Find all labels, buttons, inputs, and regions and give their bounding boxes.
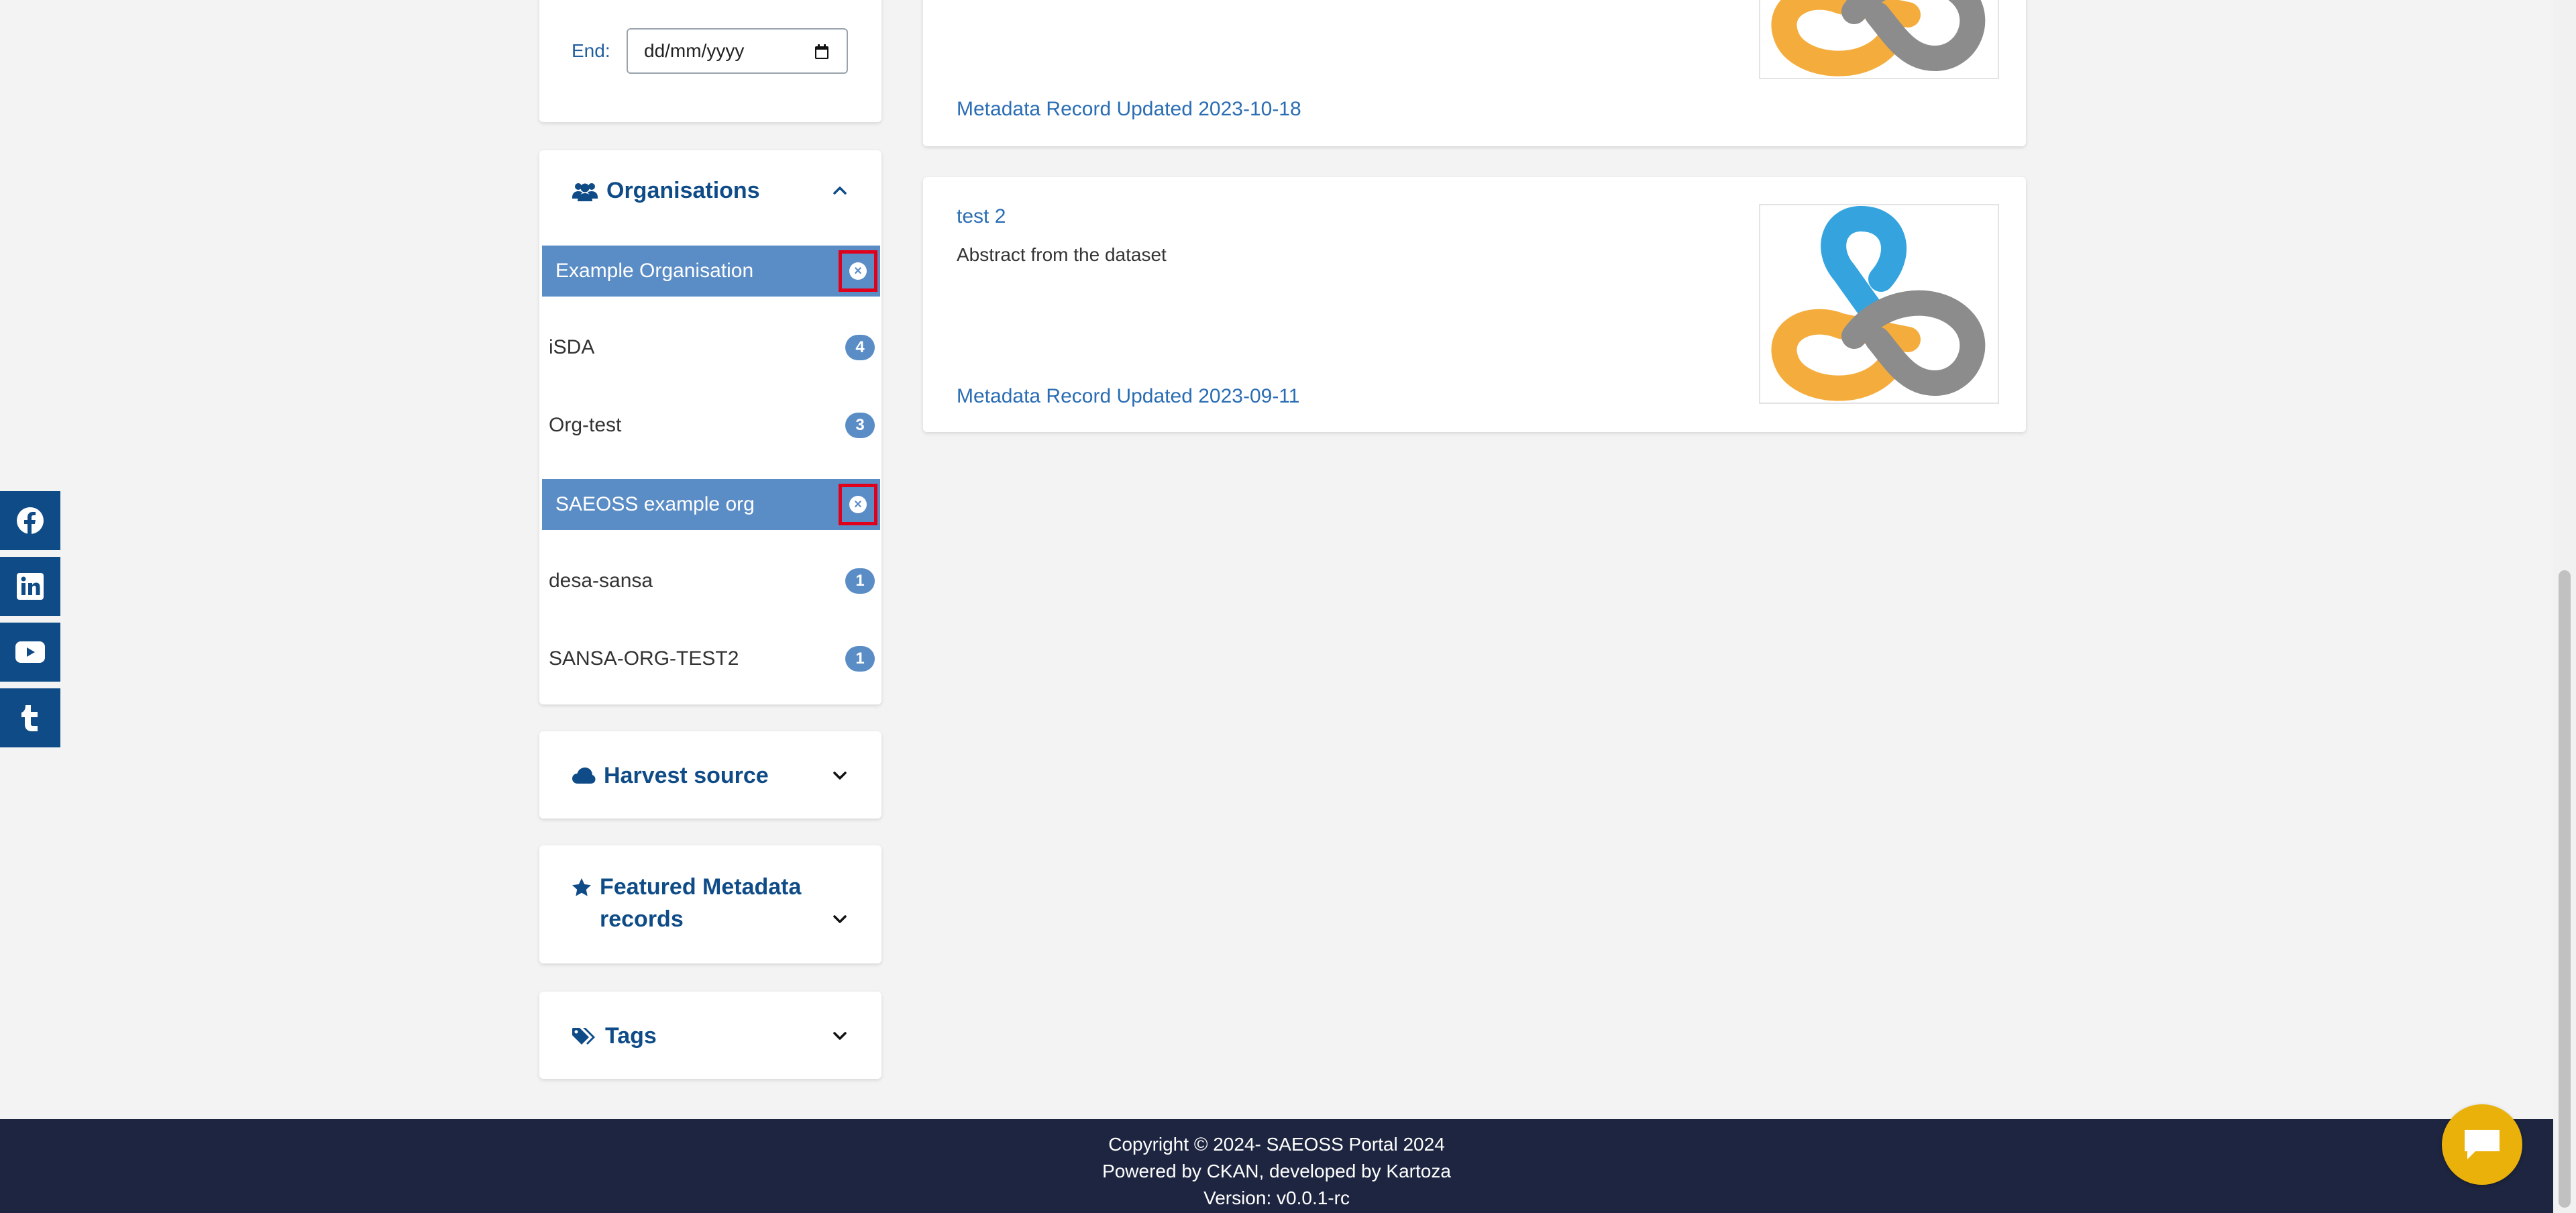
date-filter-card: End: dd/mm/yyyy: [539, 0, 881, 122]
org-item-sansa-org-test2[interactable]: SANSA-ORG-TEST2 1: [542, 633, 880, 684]
facebook-icon: [17, 507, 44, 534]
count-badge: 1: [845, 568, 875, 594]
chevron-down-icon[interactable]: [830, 766, 849, 785]
facebook-button[interactable]: [0, 491, 60, 550]
organisations-header[interactable]: Organisations: [572, 174, 849, 207]
dataset-abstract: Abstract from the dataset: [957, 244, 1167, 265]
page-scrollbar[interactable]: [2553, 0, 2576, 1213]
dataset-result-card: test 2 Abstract from the dataset Metadat…: [923, 177, 2026, 432]
org-item-desa-sansa[interactable]: desa-sansa 1: [542, 556, 880, 606]
footer-copyright: Copyright © 2024- SAEOSS Portal 2024: [1108, 1134, 1445, 1155]
end-date-input[interactable]: dd/mm/yyyy: [627, 28, 848, 74]
org-item-label: iSDA: [549, 336, 595, 358]
calendar-icon[interactable]: [814, 43, 829, 59]
chevron-down-icon[interactable]: [830, 910, 849, 929]
remove-filter-button[interactable]: ×: [839, 250, 877, 292]
chat-icon: [2465, 1130, 2500, 1159]
organisations-facet: Organisations Example Organisation × iSD…: [539, 150, 881, 704]
tumblr-icon: [21, 705, 38, 731]
chevron-up-icon[interactable]: [830, 181, 849, 200]
tumblr-button[interactable]: [0, 688, 60, 747]
harvest-source-title: Harvest source: [604, 763, 769, 788]
tags-icon: [572, 1028, 595, 1045]
tags-facet: Tags: [539, 992, 881, 1079]
org-item-example-organisation[interactable]: Example Organisation ×: [542, 246, 880, 297]
harvest-source-header[interactable]: Harvest source: [572, 759, 849, 792]
ckan-logo-icon: [1771, 206, 1986, 401]
org-item-label: desa-sansa: [549, 570, 653, 592]
tags-header[interactable]: Tags: [572, 1020, 849, 1052]
remove-filter-button[interactable]: ×: [839, 484, 877, 525]
featured-records-title: Featured Metadata records: [600, 874, 802, 932]
org-item-label: SAEOSS example org: [555, 493, 755, 515]
users-icon: [572, 183, 598, 201]
end-date-label: End:: [572, 40, 610, 61]
org-item-label: Org-test: [549, 414, 622, 436]
organisations-title: Organisations: [606, 178, 760, 203]
record-updated-link[interactable]: Metadata Record Updated 2023-10-18: [957, 98, 1301, 121]
featured-records-facet: Featured Metadata records: [539, 845, 881, 963]
linkedin-button[interactable]: [0, 557, 60, 616]
close-icon: ×: [849, 262, 867, 280]
linkedin-icon: [17, 573, 44, 600]
dataset-thumbnail[interactable]: [1759, 0, 1999, 79]
org-item-label: SANSA-ORG-TEST2: [549, 647, 739, 670]
youtube-icon: [15, 641, 45, 663]
scrollbar-thumb[interactable]: [2559, 570, 2571, 1208]
featured-records-header[interactable]: Featured Metadata records: [572, 871, 849, 935]
tags-title: Tags: [605, 1023, 657, 1049]
cloud-icon: [572, 768, 596, 784]
count-badge: 3: [845, 413, 875, 438]
org-item-label: Example Organisation: [555, 260, 754, 282]
record-updated-link[interactable]: Metadata Record Updated 2023-09-11: [957, 385, 1299, 408]
harvest-source-facet: Harvest source: [539, 731, 881, 819]
footer-version: Version: v0.0.1-rc: [1203, 1188, 1350, 1208]
count-badge: 1: [845, 646, 875, 672]
star-icon: [572, 878, 591, 896]
footer-powered-by: Powered by CKAN, developed by Kartoza: [1102, 1161, 1451, 1181]
site-footer: Copyright © 2024- SAEOSS Portal 2024 Pow…: [0, 1119, 2553, 1213]
ckan-logo-icon: [1771, 0, 1986, 76]
end-date-placeholder: dd/mm/yyyy: [644, 40, 745, 61]
dataset-thumbnail[interactable]: [1759, 204, 1999, 404]
org-item-isda[interactable]: iSDA 4: [542, 322, 880, 373]
dataset-title-link[interactable]: test 2: [957, 205, 1006, 228]
dataset-result-card: Metadata Record Updated 2023-10-18: [923, 0, 2026, 146]
chat-button[interactable]: [2442, 1104, 2522, 1185]
end-date-row: End: dd/mm/yyyy: [572, 28, 848, 74]
close-icon: ×: [849, 496, 867, 513]
chevron-down-icon[interactable]: [830, 1026, 849, 1045]
org-item-org-test[interactable]: Org-test 3: [542, 400, 880, 451]
count-badge: 4: [845, 335, 875, 360]
youtube-button[interactable]: [0, 623, 60, 682]
org-item-saeoss-example-org[interactable]: SAEOSS example org ×: [542, 479, 880, 530]
